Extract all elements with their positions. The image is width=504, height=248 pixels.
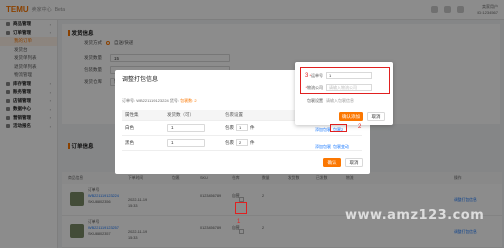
pkg-prefix: 包裹 (225, 139, 234, 145)
row-qty-cell: 1 (164, 120, 222, 136)
row-pkg-cell: 包裹 1 件 (222, 120, 300, 136)
info-status-value: 2 (194, 98, 197, 103)
package-setting: 包裹 2 件 (225, 139, 297, 146)
add-package-link[interactable]: 添加包裹 (315, 127, 331, 133)
col-attr: 属性集 (122, 110, 164, 121)
confirm-add-button[interactable]: 确认添加 (339, 112, 363, 121)
cancel-button[interactable]: 取消 (345, 158, 363, 167)
row-qty-cell: 1 (164, 135, 222, 151)
add-package-link-2[interactable]: 添加包裹 (315, 144, 331, 150)
qty-input[interactable]: 1 (167, 138, 205, 147)
annotation-box-1 (235, 202, 247, 214)
pkg-select[interactable]: 1 (236, 124, 248, 131)
pop-field3: 包裹设置 请输入包裹信息 (301, 98, 354, 104)
package-change-link[interactable]: 包裹变动 (333, 144, 349, 150)
annotation-number-3: 3 (305, 73, 309, 79)
row-attr: 黑色 (122, 135, 164, 151)
qty-input[interactable]: 1 (167, 123, 205, 132)
modal-info: 订单号: WB221119123224 货号: 包裹数: 2 (122, 98, 197, 104)
annotation-box-3 (300, 67, 390, 94)
annotation-number-1: 1 (237, 219, 241, 225)
col-qty: 发货数（可） (164, 110, 222, 121)
pkg-suffix: 件 (250, 139, 255, 145)
info-status-label: 包裹数: (180, 98, 194, 103)
row-action-cell (300, 135, 362, 151)
package-setting: 包裹 1 件 (225, 124, 297, 131)
annotation-box-2 (330, 124, 347, 132)
info-prefix: 订单号: (122, 98, 137, 103)
pkg-suffix: 件 (250, 124, 255, 130)
pkg-select[interactable]: 2 (236, 139, 248, 146)
popover-cancel-button[interactable]: 取消 (367, 112, 385, 121)
watermark-text: www.amz123.com (345, 208, 485, 223)
confirm-button[interactable]: 确认 (323, 158, 341, 167)
info-order: WB221119123224 (136, 98, 169, 103)
pkg-prefix: 包裹 (225, 124, 234, 130)
pop-field3-label: 包裹设置 (307, 98, 323, 103)
pop-field3-text: 请输入包裹信息 (326, 98, 354, 103)
row-pkg-cell: 包裹 2 件 (222, 135, 300, 151)
col-pkg: 包裹设置 (222, 110, 300, 121)
annotation-number-2: 2 (358, 124, 362, 130)
row-attr: 白色 (122, 120, 164, 136)
info-mid: 货号: (168, 98, 181, 103)
modal-title: 调整打包信息 (122, 77, 159, 83)
